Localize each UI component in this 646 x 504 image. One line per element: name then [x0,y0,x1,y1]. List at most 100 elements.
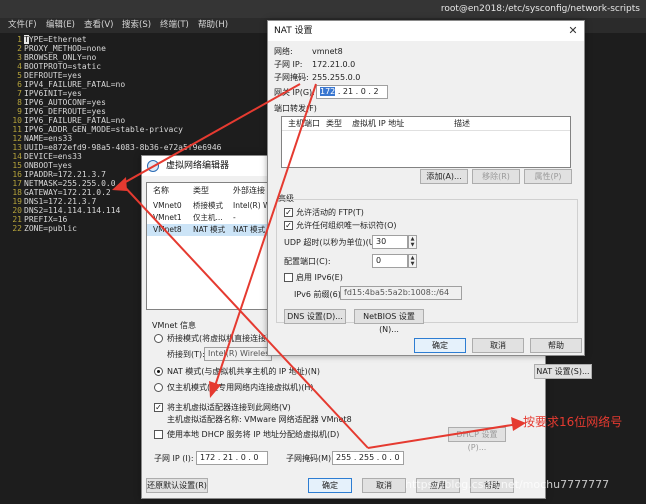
watermark-text: https://blog.csdn.net/mochu7777777 [405,478,610,491]
row-type: NAT 模式 [193,225,226,234]
enable-ipv6-label: 启用 IPv6(E) [296,273,343,282]
table-row[interactable]: VMnet1 仅主机... - [147,212,275,224]
any-oui-checkbox[interactable]: ✓ [284,221,293,230]
config-value: yes [57,161,73,170]
row-type: 仅主机... [193,213,223,222]
row-type: 桥接模式 [193,201,223,210]
table-row[interactable]: VMnet0 桥接模式 Intel(R) Wire [147,200,275,212]
config-port-spinner[interactable]: ▲ ▼ [408,254,417,268]
network-value: vmnet8 [312,47,343,56]
active-ftp-checkbox[interactable]: ✓ [284,208,293,217]
line-number: 22 [12,224,22,233]
nat-subnet-mask-label: 子网掩码: [274,73,309,82]
config-value: 172.21.0.2 [62,188,111,197]
config-value: no [86,53,97,62]
dhcp-settings-button[interactable]: DHCP 设置(P)... [448,427,506,452]
config-key: DEVICE [24,152,53,161]
restore-defaults-button[interactable]: 还原默认设置(R) [146,478,208,493]
dhcp-checkbox[interactable] [154,430,163,439]
menu-help[interactable]: 帮助(H) [198,18,228,33]
config-value: 16 [57,215,68,224]
config-key: UUID [24,143,44,152]
config-key: ONBOOT [24,161,53,170]
config-key: IPV6_DEFROUTE [24,107,87,116]
pf-col-type[interactable]: 类型 [326,118,342,130]
config-key: NETMASK [24,179,58,188]
config-value: 172.21.3.7 [57,170,106,179]
active-ftp-label: 允许活动的 FTP(T) [296,208,364,217]
subnet-mask-input[interactable]: 255 . 255 . 0 . 0 [332,451,404,465]
nat-mode-label: NAT 模式(与虚拟机共享主机的 IP 地址)(N) [167,367,321,376]
config-key: BOOTPROTO [24,62,68,71]
config-key: PREFIX [24,215,53,224]
terminal-line: 22 ZONE=public [2,224,77,234]
config-key: GATEWAY [24,188,58,197]
bridge-mode-label: 桥接模式(将虚拟机直接连接到 [167,334,275,343]
ipv6-prefix-label: IPv6 前缀(6): [294,290,344,299]
connect-adapter-checkbox[interactable]: ✓ [154,403,163,412]
nat-subnet-ip-label: 子网 IP: [274,60,303,69]
connect-adapter-label: 将主机虚拟适配器连接到此网络(V) [167,403,291,412]
port-forwarding-label: 端口转发(F) [274,104,317,113]
config-key: IPV4_FAILURE_FATAL [24,80,111,89]
config-key: IPV6_AUTOCONF [24,98,87,107]
table-row-selected[interactable]: VMnet8 NAT 模式 NAT 模式 [147,224,275,236]
col-type[interactable]: 类型 [193,185,209,197]
config-key: NAME [24,134,44,143]
menu-file[interactable]: 文件(F) [8,18,37,33]
config-value: 114.114.114.114 [48,206,121,215]
terminal-cursor: T [24,35,29,44]
menu-search[interactable]: 搜索(S) [122,18,151,33]
udp-timeout-spinner[interactable]: ▲ ▼ [408,235,417,249]
config-key: TYPE [24,35,44,44]
nat-title-bar: NAT 设置 [268,21,584,41]
nat-mode-radio[interactable] [154,367,163,376]
col-external[interactable]: 外部连接 [233,185,265,197]
add-button[interactable]: 添加(A)... [420,169,468,184]
menu-terminal[interactable]: 终端(T) [160,18,189,33]
vne-ok-button[interactable]: 确定 [308,478,352,493]
nat-title: NAT 设置 [274,26,313,36]
config-value: yes [67,89,82,98]
netbios-settings-button[interactable]: NetBIOS 设置(N)... [354,309,424,334]
enable-ipv6-checkbox[interactable] [284,273,293,282]
udp-timeout-label: UDP 超时(以秒为单位)(U): [284,238,381,247]
host-only-radio[interactable] [154,383,163,392]
gateway-ip-input[interactable]: 172 . 21 . 0 . 2 [316,85,388,99]
close-icon[interactable]: ✕ [564,23,582,39]
remove-button[interactable]: 移除(R) [472,169,520,184]
menu-edit[interactable]: 编辑(E) [46,18,75,33]
nat-subnet-ip-value: 172.21.0.0 [312,60,356,69]
row-name: VMnet8 [153,225,182,234]
dns-settings-button[interactable]: DNS 设置(D)... [284,309,346,324]
menu-view[interactable]: 查看(V) [84,18,113,33]
nat-subnet-mask-value: 255.255.0.0 [312,73,361,82]
config-port-input[interactable]: 0 [372,254,408,268]
subnet-ip-label: 子网 IP (I): [154,454,194,463]
nat-ok-button[interactable]: 确定 [414,338,466,353]
udp-timeout-input[interactable]: 30 [372,235,408,249]
bridge-to-select[interactable]: Intel(R) Wireless-AC [204,347,272,361]
col-name[interactable]: 名称 [153,185,169,197]
config-key: BROWSER_ONLY [24,53,82,62]
config-value: yes [91,107,106,116]
network-globe-icon [147,160,159,172]
vmnet-info-label: VMnet 信息 [152,321,197,330]
pf-col-description[interactable]: 描述 [454,118,470,130]
bridge-mode-radio[interactable] [154,334,163,343]
nat-settings-button[interactable]: NAT 设置(S)... [534,364,592,379]
config-value: 172.21.3.7 [48,197,97,206]
annotation-text: 按要求16位网络号 [523,415,623,429]
properties-button[interactable]: 属性(P) [524,169,572,184]
nat-help-button[interactable]: 帮助 [530,338,582,353]
subnet-ip-input[interactable]: 172 . 21 . 0 . 0 [196,451,268,465]
config-key: DEFROUTE [24,71,63,80]
port-forwarding-table[interactable]: 主机端口 类型 虚拟机 IP 地址 描述 [281,116,571,168]
ipv6-prefix-input[interactable]: fd15:4ba5:5a2b:1008::/64 [340,286,462,300]
config-value: ens33 [48,134,73,143]
pf-col-host-port[interactable]: 主机端口 [288,118,320,130]
nat-cancel-button[interactable]: 取消 [472,338,524,353]
vne-cancel-button[interactable]: 取消 [362,478,406,493]
pf-col-vm-ip[interactable]: 虚拟机 IP 地址 [352,118,404,130]
vmnet-list[interactable]: 名称 类型 外部连接 VMnet0 桥接模式 Intel(R) Wire VMn… [146,182,276,310]
